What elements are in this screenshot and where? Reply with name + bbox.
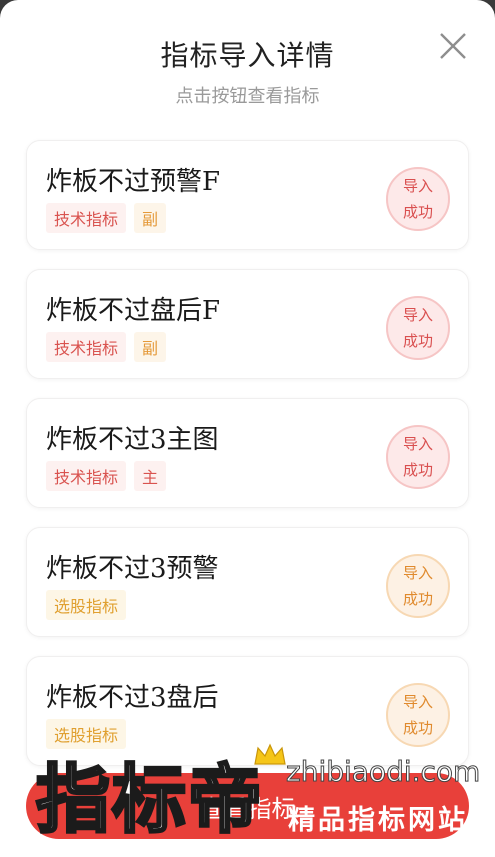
- import-status-badge[interactable]: 导入 成功: [386, 425, 450, 489]
- close-button[interactable]: [433, 26, 473, 66]
- tag-type: 技术指标: [46, 461, 127, 491]
- indicator-name: 炸板不过3盘后: [46, 683, 219, 713]
- import-status-badge[interactable]: 导入 成功: [386, 167, 450, 231]
- indicator-name: 炸板不过预警F: [46, 167, 221, 197]
- status-line-2: 成功: [402, 203, 433, 221]
- page-title: 指标导入详情: [160, 39, 335, 72]
- import-status-badge[interactable]: 导入 成功: [386, 683, 450, 747]
- tag-chart: 副: [134, 203, 167, 233]
- indicator-tags: 选股指标: [46, 719, 127, 749]
- tag-chart: 副: [134, 332, 167, 362]
- tag-type: 选股指标: [46, 590, 127, 620]
- indicator-name: 炸板不过3预警: [46, 554, 219, 584]
- close-icon: [440, 33, 466, 59]
- status-line-2: 成功: [402, 461, 433, 479]
- status-line-1: 导入: [402, 306, 433, 324]
- indicator-card[interactable]: 炸板不过3预警 选股指标 导入 成功: [26, 527, 469, 637]
- view-indicators-button[interactable]: 查看指标: [26, 773, 469, 839]
- status-line-2: 成功: [402, 719, 433, 737]
- view-indicators-label: 查看指标: [199, 794, 296, 823]
- indicator-tags: 技术指标 副: [46, 203, 167, 233]
- import-status-badge[interactable]: 导入 成功: [386, 296, 450, 360]
- status-line-1: 导入: [402, 564, 433, 582]
- status-line-2: 成功: [402, 332, 433, 350]
- import-details-sheet: 指标导入详情 点击按钮查看指标 炸板不过预警F 技术指标 副 导入 成功 炸板不…: [0, 0, 495, 857]
- page-subtitle: 点击按钮查看指标: [175, 86, 320, 107]
- status-line-1: 导入: [402, 693, 433, 711]
- indicator-name: 炸板不过盘后F: [46, 296, 221, 326]
- status-line-1: 导入: [402, 435, 433, 453]
- indicator-card[interactable]: 炸板不过预警F 技术指标 副 导入 成功: [26, 140, 469, 250]
- tag-chart: 主: [134, 461, 167, 491]
- status-line-2: 成功: [402, 590, 433, 608]
- import-status-badge[interactable]: 导入 成功: [386, 554, 450, 618]
- status-line-1: 导入: [402, 177, 433, 195]
- tag-type: 技术指标: [46, 332, 127, 362]
- indicator-tags: 技术指标 副: [46, 332, 167, 362]
- indicator-list: 炸板不过预警F 技术指标 副 导入 成功 炸板不过盘后F 技术指标 副 导入 成…: [26, 140, 469, 785]
- indicator-name: 炸板不过3主图: [46, 425, 219, 455]
- tag-type: 选股指标: [46, 719, 127, 749]
- indicator-card[interactable]: 炸板不过盘后F 技术指标 副 导入 成功: [26, 269, 469, 379]
- tag-type: 技术指标: [46, 203, 127, 233]
- indicator-card[interactable]: 炸板不过3主图 技术指标 主 导入 成功: [26, 398, 469, 508]
- indicator-tags: 技术指标 主: [46, 461, 167, 491]
- indicator-tags: 选股指标: [46, 590, 127, 620]
- indicator-card[interactable]: 炸板不过3盘后 选股指标 导入 成功: [26, 656, 469, 766]
